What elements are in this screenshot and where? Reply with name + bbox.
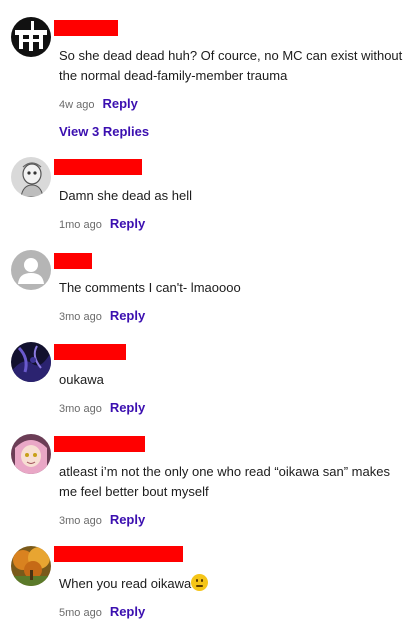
anime-girl-avatar-icon (11, 434, 51, 474)
comment-meta: 5mo ago Reply (59, 604, 145, 619)
autumn-tree-avatar-icon (11, 546, 51, 586)
avatar[interactable] (11, 17, 51, 57)
default-user-icon (11, 250, 51, 290)
comment-text: oukawa (59, 372, 104, 387)
comment-meta: 3mo ago Reply (59, 512, 145, 527)
comment-text-content: When you read oikawa (59, 576, 192, 591)
comment-text: atleast i’m not the only one who read “o… (59, 464, 390, 499)
view-replies-button[interactable]: View 3 Replies (59, 124, 149, 139)
redacted-username (54, 344, 126, 360)
reply-button[interactable]: Reply (110, 308, 145, 323)
comment-meta: 4w ago Reply (59, 96, 138, 111)
comment-meta: 3mo ago Reply (59, 308, 145, 323)
comment-text: The comments I can't- lmaoooo (59, 280, 241, 295)
reply-button[interactable]: Reply (110, 512, 145, 527)
redacted-username (54, 159, 142, 175)
avatar[interactable] (11, 434, 51, 474)
dark-purple-avatar-icon (11, 342, 51, 382)
comment-timestamp: 4w ago (59, 99, 95, 111)
comment-timestamp: 3mo ago (59, 515, 102, 527)
comment-timestamp: 1mo ago (59, 219, 102, 231)
logo-avatar-icon (11, 17, 51, 57)
avatar[interactable] (11, 157, 51, 197)
comment-text: When you read oikawa (59, 574, 404, 594)
comment-timestamp: 3mo ago (59, 311, 102, 323)
comment-text: So she dead dead huh? Of cource, no MC c… (59, 48, 403, 83)
comment-timestamp: 5mo ago (59, 607, 102, 619)
redacted-username (54, 253, 92, 269)
comment-text: Damn she dead as hell (59, 188, 192, 203)
reply-button[interactable]: Reply (110, 216, 145, 231)
comment-timestamp: 3mo ago (59, 403, 102, 415)
redacted-username (54, 20, 118, 36)
reply-button[interactable]: Reply (102, 96, 137, 111)
redacted-username (54, 436, 145, 452)
avatar[interactable] (11, 546, 51, 586)
sketch-avatar-icon (11, 157, 51, 197)
comment-meta: 3mo ago Reply (59, 400, 145, 415)
avatar[interactable] (11, 250, 51, 290)
reply-button[interactable]: Reply (110, 604, 145, 619)
reply-button[interactable]: Reply (110, 400, 145, 415)
redacted-username (54, 546, 183, 562)
avatar[interactable] (11, 342, 51, 382)
comment-meta: 1mo ago Reply (59, 216, 145, 231)
thinking-face-icon (191, 574, 209, 591)
